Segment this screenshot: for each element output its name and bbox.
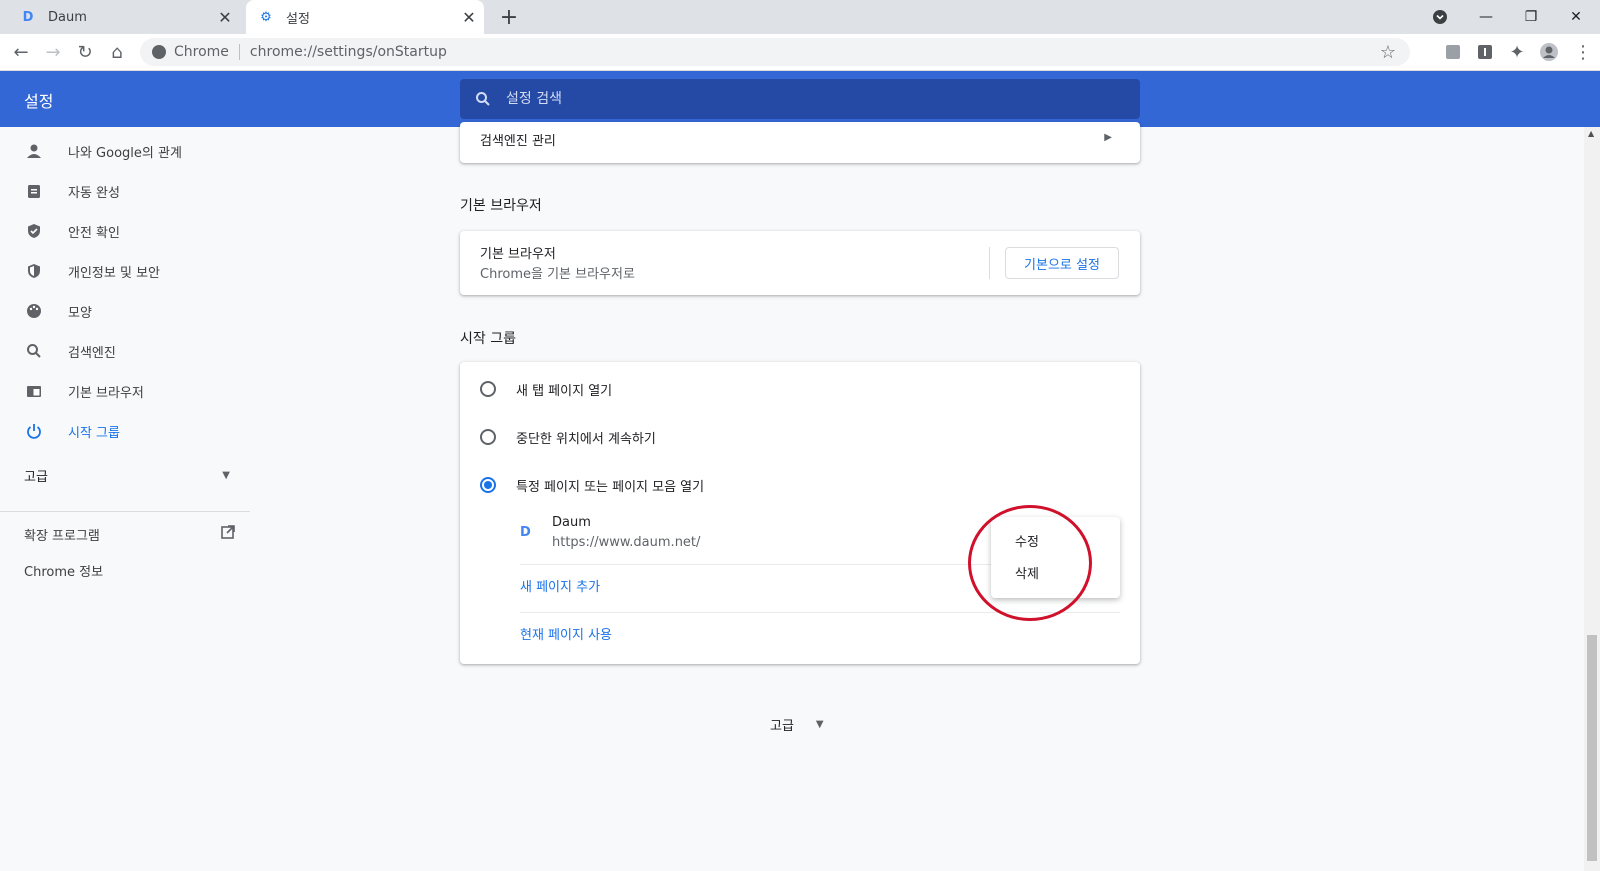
default-browser-row-title: 기본 브라우저 xyxy=(480,247,556,262)
sidebar-item-search-engine[interactable]: 검색엔진 xyxy=(0,331,250,371)
settings-header: 설정 xyxy=(0,71,1600,127)
startup-option-label: 중단한 위치에서 계속하기 xyxy=(516,431,656,447)
add-new-page-link[interactable]: 새 페이지 추가 xyxy=(520,576,600,595)
sidebar-item-autofill[interactable]: 자동 완성 xyxy=(0,171,250,211)
extension-pdf-icon[interactable] xyxy=(1440,39,1466,65)
sidebar-item-safety-check[interactable]: 안전 확인 xyxy=(0,211,250,251)
sidebar-item-label: 안전 확인 xyxy=(68,225,120,241)
palette-icon xyxy=(24,301,44,321)
sidebar-advanced-toggle[interactable]: 고급 ▼ xyxy=(24,460,234,490)
chevron-right-icon: ▶ xyxy=(1104,132,1112,143)
chrome-site-icon xyxy=(152,45,166,59)
menu-kebab-icon[interactable]: ⋮ xyxy=(1570,39,1596,65)
close-window-icon[interactable]: ✕ xyxy=(1553,0,1599,34)
radio-button[interactable] xyxy=(480,429,496,445)
caret-down-icon: ▼ xyxy=(815,719,824,730)
back-icon[interactable]: ← xyxy=(8,39,34,65)
search-engine-manage-label: 검색엔진 관리 xyxy=(480,134,556,149)
divider xyxy=(238,44,240,60)
restore-icon[interactable]: ❐ xyxy=(1508,0,1554,34)
caret-down-icon: ▼ xyxy=(222,469,230,481)
scroll-thumb[interactable] xyxy=(1587,635,1597,861)
shield-icon xyxy=(24,261,44,281)
sidebar-item-label: 나와 Google의 관계 xyxy=(68,145,182,161)
close-tab-icon[interactable]: ✕ xyxy=(458,6,480,28)
extensions-label: 확장 프로그램 xyxy=(24,528,100,544)
tab-search-icon[interactable] xyxy=(1417,0,1463,34)
settings-search[interactable] xyxy=(460,79,1140,119)
startup-page-url: https://www.daum.net/ xyxy=(552,535,701,550)
search-input[interactable] xyxy=(506,91,1066,107)
startup-option-specific-pages[interactable]: 특정 페이지 또는 페이지 모음 열기 xyxy=(480,470,704,500)
default-browser-section-title: 기본 브라우저 xyxy=(460,198,542,214)
sidebar-item-label: 검색엔진 xyxy=(68,345,116,361)
startup-option-label: 새 탭 페이지 열기 xyxy=(516,383,613,399)
profile-avatar-icon[interactable] xyxy=(1536,39,1562,65)
sidebar-item-default-browser[interactable]: 기본 브라우저 xyxy=(0,371,250,411)
sidebar-item-label: 시작 그룹 xyxy=(68,425,120,441)
tab-settings[interactable]: ⚙ 설정 ✕ xyxy=(246,0,484,34)
tab-daum[interactable]: D Daum ✕ xyxy=(8,0,240,34)
daum-favicon-icon: D xyxy=(520,525,531,540)
tab-title: 설정 xyxy=(286,11,310,27)
search-engine-manage-card[interactable]: 검색엔진 관리 ▶ xyxy=(460,122,1140,163)
sidebar-about-chrome[interactable]: Chrome 정보 xyxy=(24,561,103,580)
sidebar-advanced-label: 고급 xyxy=(24,469,48,485)
shield-check-icon xyxy=(24,221,44,241)
search-icon xyxy=(474,90,492,108)
startup-page-name: Daum xyxy=(552,515,591,530)
sidebar-item-appearance[interactable]: 모양 xyxy=(0,291,250,331)
home-icon[interactable]: ⌂ xyxy=(104,39,130,65)
puzzle-icon[interactable]: ✦ xyxy=(1504,39,1530,65)
forward-icon[interactable]: → xyxy=(40,39,66,65)
minimize-icon[interactable]: — xyxy=(1463,0,1509,34)
annotation-circle xyxy=(968,505,1092,621)
search-icon xyxy=(24,341,44,361)
reload-icon[interactable]: ↻ xyxy=(72,39,98,65)
sidebar-item-label: 자동 완성 xyxy=(68,185,120,201)
sidebar-divider xyxy=(0,511,250,512)
default-browser-card: 기본 브라우저 Chrome을 기본 브라우저로 기본으로 설정 xyxy=(460,231,1140,295)
sidebar-item-label: 모양 xyxy=(68,305,92,321)
startup-option-new-tab[interactable]: 새 탭 페이지 열기 xyxy=(480,374,612,404)
page-scrollbar[interactable]: ▲ xyxy=(1584,127,1600,871)
startup-option-continue[interactable]: 중단한 위치에서 계속하기 xyxy=(480,422,656,452)
browser-icon xyxy=(24,381,44,401)
startup-section-title: 시작 그룹 xyxy=(460,331,516,347)
sidebar-item-on-startup[interactable]: 시작 그룹 xyxy=(0,411,250,451)
power-icon xyxy=(24,421,44,441)
use-current-pages-link[interactable]: 현재 페이지 사용 xyxy=(520,624,612,643)
site-label: Chrome xyxy=(174,44,229,60)
main-advanced-label: 고급 xyxy=(770,719,794,734)
open-in-new-icon xyxy=(220,524,236,544)
browser-toolbar: ← → ↻ ⌂ Chrome chrome://settings/onStart… xyxy=(0,34,1600,71)
default-browser-row-subtitle: Chrome을 기본 브라우저로 xyxy=(480,267,635,282)
make-default-button[interactable]: 기본으로 설정 xyxy=(1005,247,1119,279)
close-tab-icon[interactable]: ✕ xyxy=(214,6,236,28)
sidebar: 나와 Google의 관계 자동 완성 안전 확인 개인정보 및 보안 모양 검… xyxy=(0,127,250,871)
sidebar-extensions-link[interactable]: 확장 프로그램 xyxy=(24,519,236,549)
divider xyxy=(989,247,990,279)
new-tab-button[interactable]: + xyxy=(497,5,521,30)
sidebar-item-label: 기본 브라우저 xyxy=(68,385,144,401)
address-bar[interactable]: Chrome chrome://settings/onStartup ☆ xyxy=(140,38,1410,66)
page-title: 설정 xyxy=(24,92,54,111)
startup-option-label: 특정 페이지 또는 페이지 모음 열기 xyxy=(516,479,705,495)
url-text[interactable]: chrome://settings/onStartup xyxy=(250,44,447,60)
sidebar-item-you-and-google[interactable]: 나와 Google의 관계 xyxy=(0,131,250,171)
tab-strip: D Daum ✕ ⚙ 설정 ✕ + — ❐ ✕ xyxy=(0,0,1600,34)
tab-title: Daum xyxy=(48,9,87,25)
sidebar-item-privacy-security[interactable]: 개인정보 및 보안 xyxy=(0,251,250,291)
person-icon xyxy=(24,141,44,161)
radio-button[interactable] xyxy=(480,381,496,397)
bookmark-star-icon[interactable]: ☆ xyxy=(1380,42,1396,63)
radio-button-checked[interactable] xyxy=(480,477,496,493)
scroll-up-arrow-icon[interactable]: ▲ xyxy=(1588,129,1594,138)
extension-i-icon[interactable] xyxy=(1472,39,1498,65)
daum-favicon-icon: D xyxy=(22,9,34,25)
main-advanced-toggle[interactable]: 고급 ▼ xyxy=(770,715,824,734)
clipboard-icon xyxy=(24,181,44,201)
sidebar-item-label: 개인정보 및 보안 xyxy=(68,265,160,281)
gear-icon: ⚙ xyxy=(260,9,272,25)
